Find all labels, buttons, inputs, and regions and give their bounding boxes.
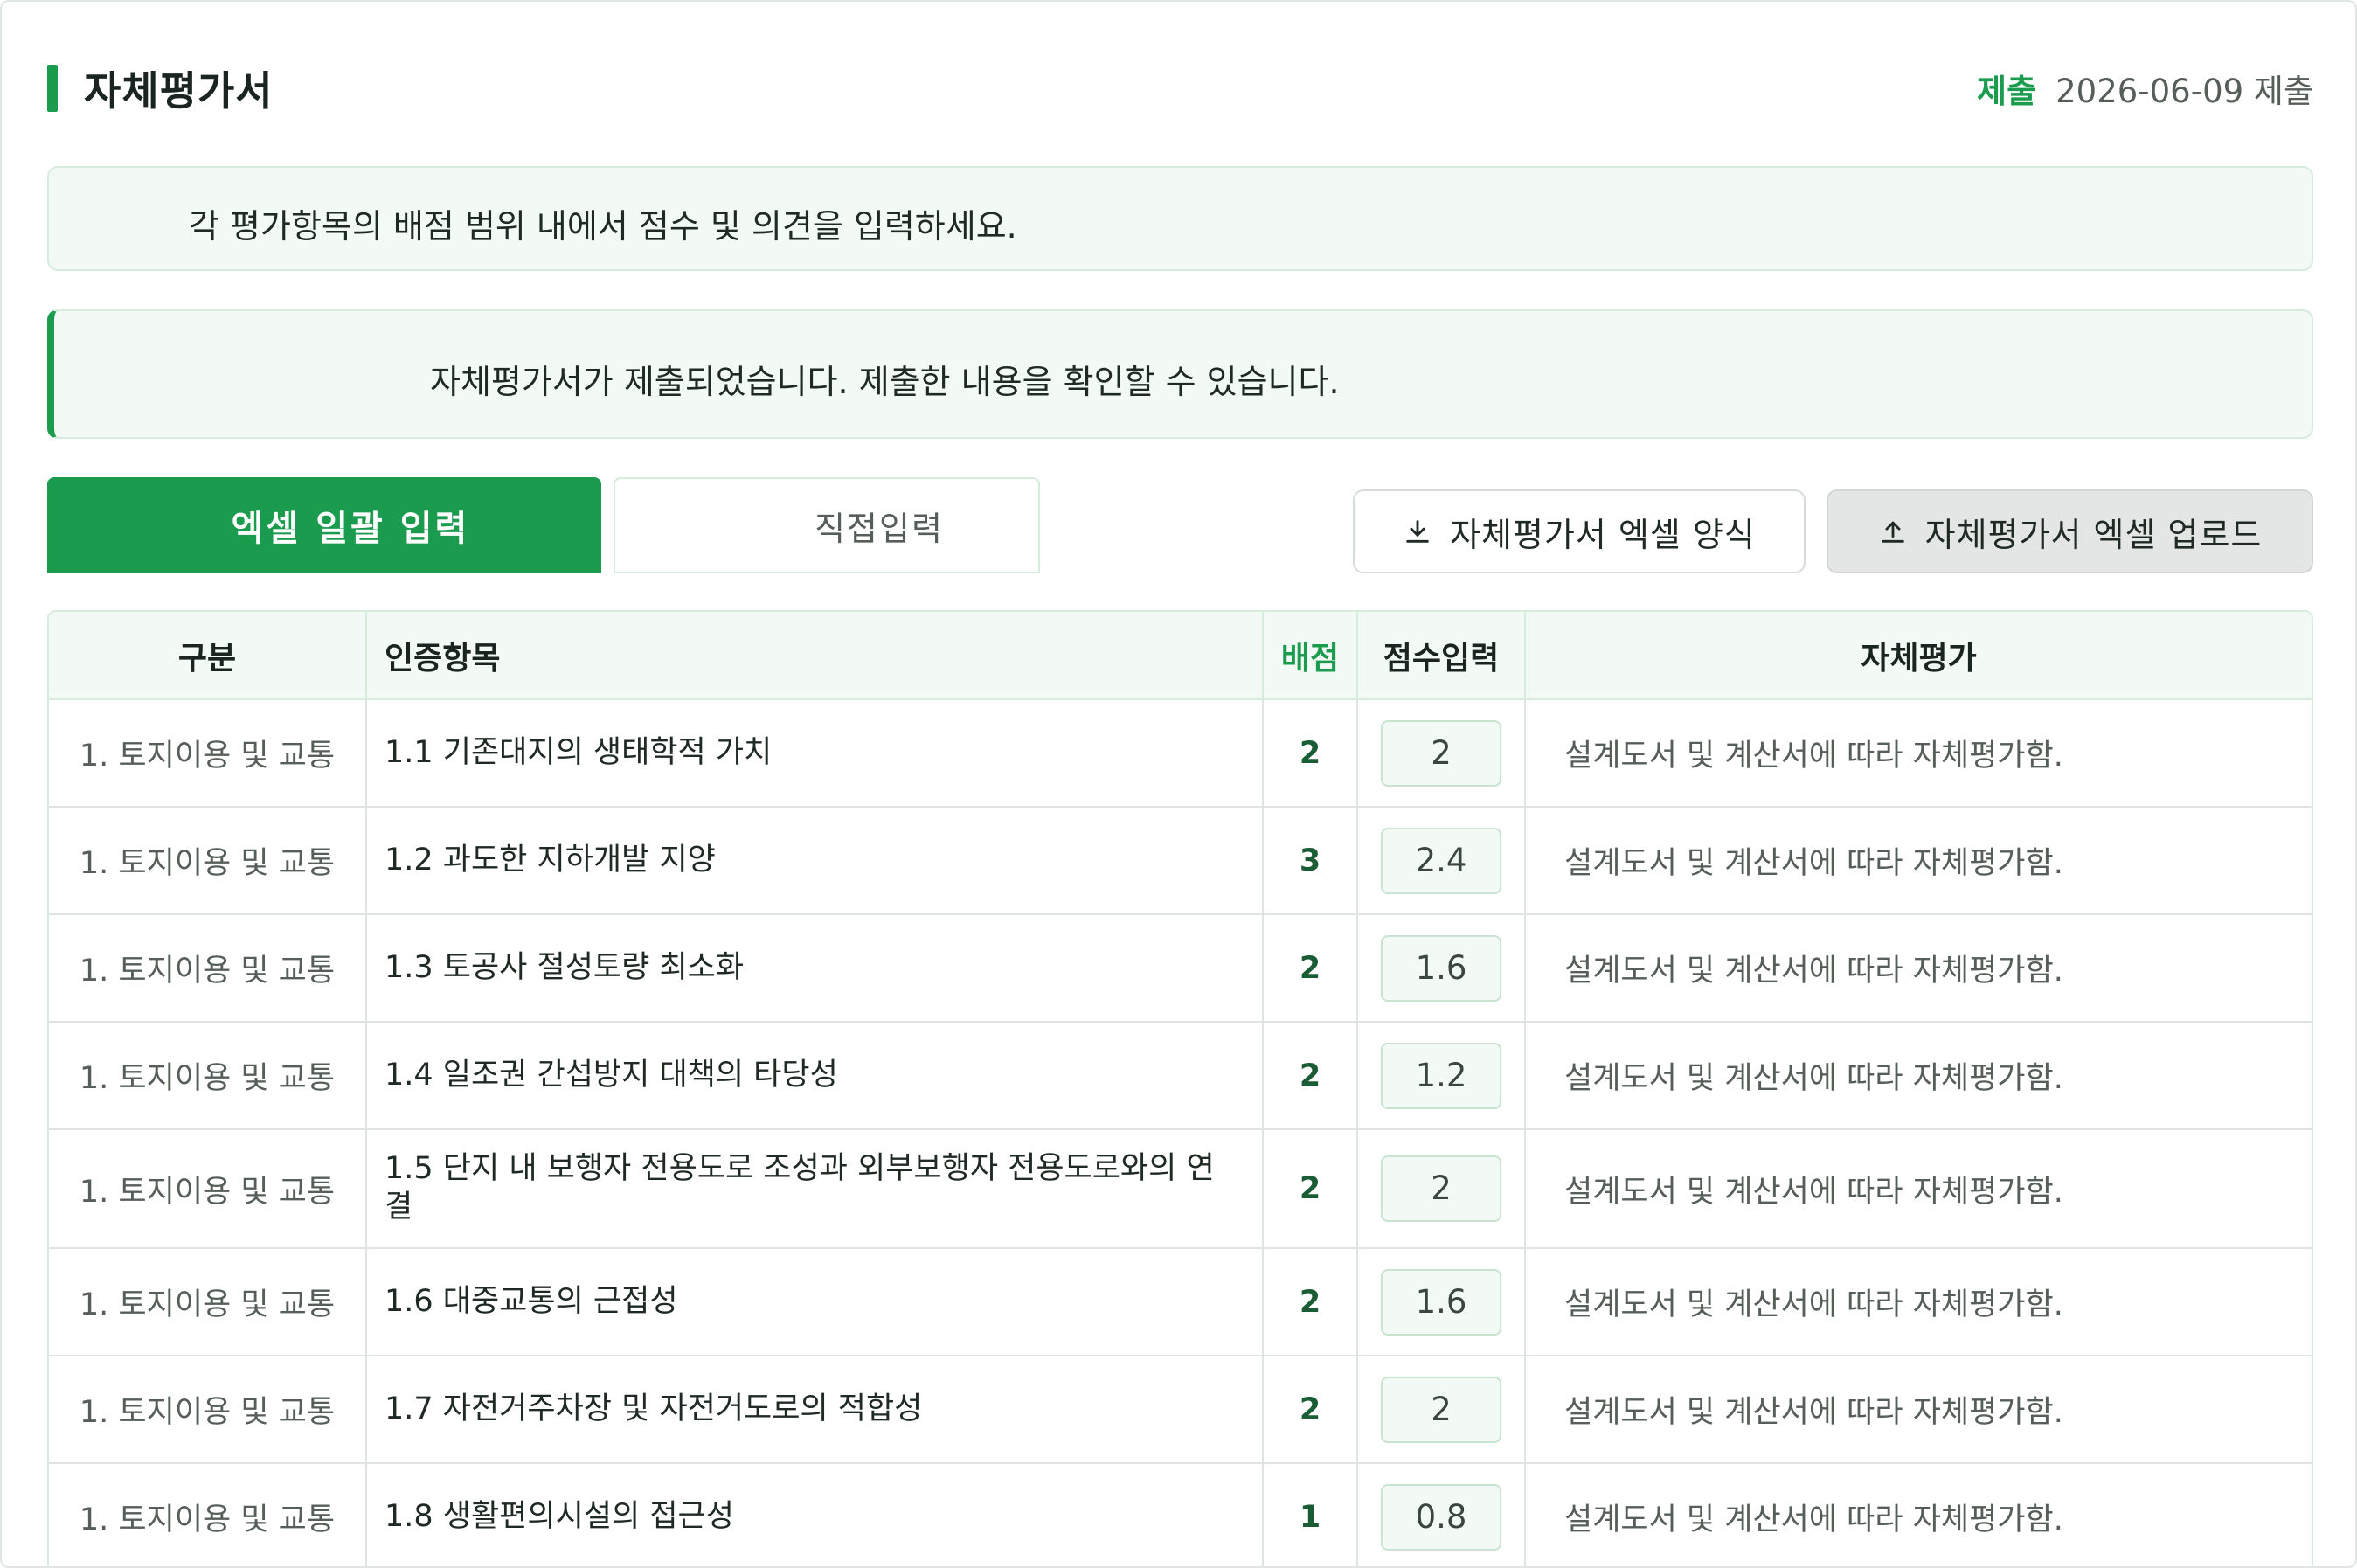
row-evaluation[interactable]: 설계도서 및 계산서에 따라 자체평가함.: [1525, 699, 2312, 808]
row-points: 1: [1263, 1463, 1358, 1566]
score-input[interactable]: 2: [1381, 719, 1501, 787]
table-row: 1. 토지이용 및 교통 1.2 과도한 지하개발 지양 3 2.4 설계도서 …: [49, 807, 2312, 915]
row-category: 1. 토지이용 및 교통: [49, 699, 367, 808]
download-icon: [1406, 520, 1429, 543]
table-row: 1. 토지이용 및 교통 1.3 토공사 절성토량 최소화 2 1.6 설계도서…: [49, 914, 2312, 1023]
table-row: 1. 토지이용 및 교통 1.5 단지 내 보행자 전용도로 조성과 외부보행자…: [49, 1129, 2312, 1249]
table-row: 1. 토지이용 및 교통 1.6 대중교통의 근접성 2 1.6 설계도서 및 …: [49, 1248, 2312, 1356]
row-item: 1.1 기존대지의 생태학적 가치: [366, 699, 1264, 808]
row-category: 1. 토지이용 및 교통: [49, 807, 367, 915]
row-category: 1. 토지이용 및 교통: [49, 1022, 367, 1130]
submission-date: 2026-06-09 제출: [2055, 73, 2313, 110]
page-title: 자체평가서: [84, 67, 274, 114]
row-points: 2: [1263, 1022, 1358, 1130]
guide-notice: 각 평가항목의 배점 범위 내에서 점수 및 의견을 입력하세요.: [47, 166, 2313, 271]
row-points: 2: [1263, 914, 1358, 1023]
header-score-input: 점수입력: [1357, 612, 1526, 700]
score-input[interactable]: 0.8: [1381, 1483, 1501, 1551]
row-item: 1.4 일조권 간섭방지 대책의 타당성: [366, 1022, 1264, 1130]
upload-excel-button[interactable]: 자체평가서 엑셀 업로드: [1827, 489, 2313, 573]
row-points: 3: [1263, 807, 1358, 915]
row-evaluation[interactable]: 설계도서 및 계산서에 따라 자체평가함.: [1525, 1129, 2312, 1249]
submitted-notice: 자체평가서가 제출되었습니다. 제출한 내용을 확인할 수 있습니다.: [47, 309, 2313, 439]
row-points: 2: [1263, 699, 1358, 808]
score-input[interactable]: 2: [1381, 1155, 1501, 1222]
row-evaluation[interactable]: 설계도서 및 계산서에 따라 자체평가함.: [1525, 914, 2312, 1023]
row-evaluation[interactable]: 설계도서 및 계산서에 따라 자체평가함.: [1525, 1022, 2312, 1130]
row-points: 2: [1263, 1129, 1358, 1249]
header-item: 인증항목: [366, 612, 1264, 700]
row-category: 1. 토지이용 및 교통: [49, 914, 367, 1023]
header-points: 배점: [1263, 612, 1358, 700]
score-input[interactable]: 1.6: [1381, 934, 1501, 1002]
row-evaluation[interactable]: 설계도서 및 계산서에 따라 자체평가함.: [1525, 1463, 2312, 1566]
page-header: 자체평가서 제출 2026-06-09 제출: [47, 56, 2313, 117]
self-evaluation-panel: 자체평가서 제출 2026-06-09 제출 각 평가항목의 배점 범위 내에서 …: [0, 0, 2357, 1568]
submitted-notice-text: 자체평가서가 제출되었습니다. 제출한 내용을 확인할 수 있습니다.: [430, 363, 1340, 401]
row-item: 1.6 대중교통의 근접성: [366, 1248, 1264, 1356]
table-row: 1. 토지이용 및 교통 1.8 생활편의시설의 접근성 1 0.8 설계도서 …: [49, 1463, 2312, 1566]
download-template-button[interactable]: 자체평가서 엑셀 양식: [1353, 489, 1806, 573]
header-category: 구분: [49, 612, 367, 700]
header-evaluation: 자체평가: [1525, 612, 2312, 700]
tab-direct-input[interactable]: 직접입력: [614, 477, 1040, 573]
table-row: 1. 토지이용 및 교통 1.4 일조권 간섭방지 대책의 타당성 2 1.2 …: [49, 1022, 2312, 1130]
evaluation-table: 구분 인증항목 배점 점수입력 자체평가 1. 토지이용 및 교통 1.1 기존…: [47, 610, 2313, 1566]
row-item: 1.7 자전거주차장 및 자전거도로의 적합성: [366, 1356, 1264, 1464]
row-category: 1. 토지이용 및 교통: [49, 1248, 367, 1356]
score-input[interactable]: 1.2: [1381, 1042, 1501, 1109]
score-input[interactable]: 1.6: [1381, 1268, 1501, 1336]
upload-excel-label: 자체평가서 엑셀 업로드: [1924, 515, 2263, 554]
row-category: 1. 토지이용 및 교통: [49, 1356, 367, 1464]
title-accent-bar: [47, 65, 58, 112]
row-item: 1.8 생활편의시설의 접근성: [366, 1463, 1264, 1566]
upload-icon: [1881, 521, 1904, 543]
row-item: 1.5 단지 내 보행자 전용도로 조성과 외부보행자 전용도로와의 연결: [366, 1129, 1264, 1249]
download-template-label: 자체평가서 엑셀 양식: [1450, 515, 1756, 554]
table-header-row: 구분 인증항목 배점 점수입력 자체평가: [49, 612, 2312, 700]
row-item: 1.3 토공사 절성토량 최소화: [366, 914, 1264, 1023]
row-points: 2: [1263, 1356, 1358, 1464]
guide-notice-text: 각 평가항목의 배점 범위 내에서 점수 및 의견을 입력하세요.: [189, 207, 1017, 246]
row-category: 1. 토지이용 및 교통: [49, 1129, 367, 1249]
table-row: 1. 토지이용 및 교통 1.7 자전거주차장 및 자전거도로의 적합성 2 2…: [49, 1356, 2312, 1464]
row-evaluation[interactable]: 설계도서 및 계산서에 따라 자체평가함.: [1525, 1248, 2312, 1356]
status-badge: 제출: [1977, 73, 2037, 110]
row-category: 1. 토지이용 및 교통: [49, 1463, 367, 1566]
submission-status: 제출 2026-06-09 제출: [1977, 65, 2313, 112]
score-input[interactable]: 2.4: [1381, 827, 1501, 894]
row-evaluation[interactable]: 설계도서 및 계산서에 따라 자체평가함.: [1525, 807, 2312, 915]
row-evaluation[interactable]: 설계도서 및 계산서에 따라 자체평가함.: [1525, 1356, 2312, 1464]
score-input[interactable]: 2: [1381, 1376, 1501, 1443]
table-row: 1. 토지이용 및 교통 1.1 기존대지의 생태학적 가치 2 2 설계도서 …: [49, 699, 2312, 808]
tab-excel-bulk-input[interactable]: 엑셀 일괄 입력: [47, 477, 601, 573]
row-item: 1.2 과도한 지하개발 지양: [366, 807, 1264, 915]
row-points: 2: [1263, 1248, 1358, 1356]
